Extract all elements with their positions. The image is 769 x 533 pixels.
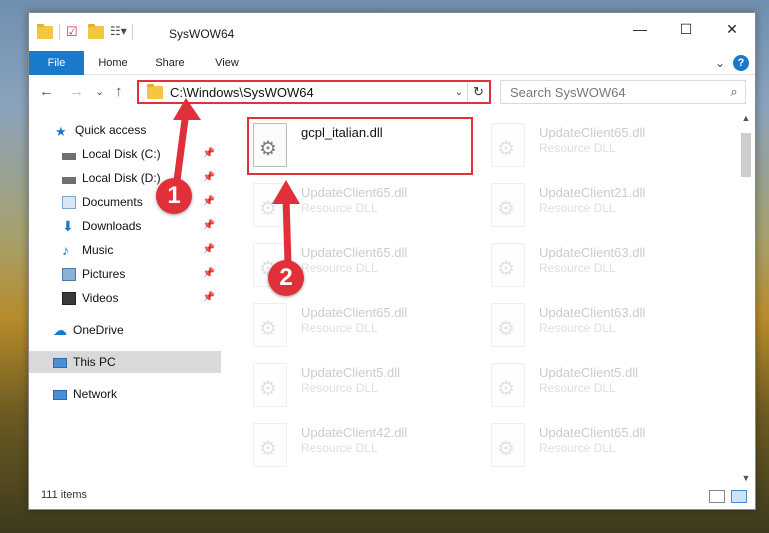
step-1-callout: 1 [156,178,192,214]
annotation-arrows [172,98,300,268]
step-2-callout: 2 [268,260,304,296]
arrow-1 [172,98,201,192]
arrow-2 [272,180,300,268]
